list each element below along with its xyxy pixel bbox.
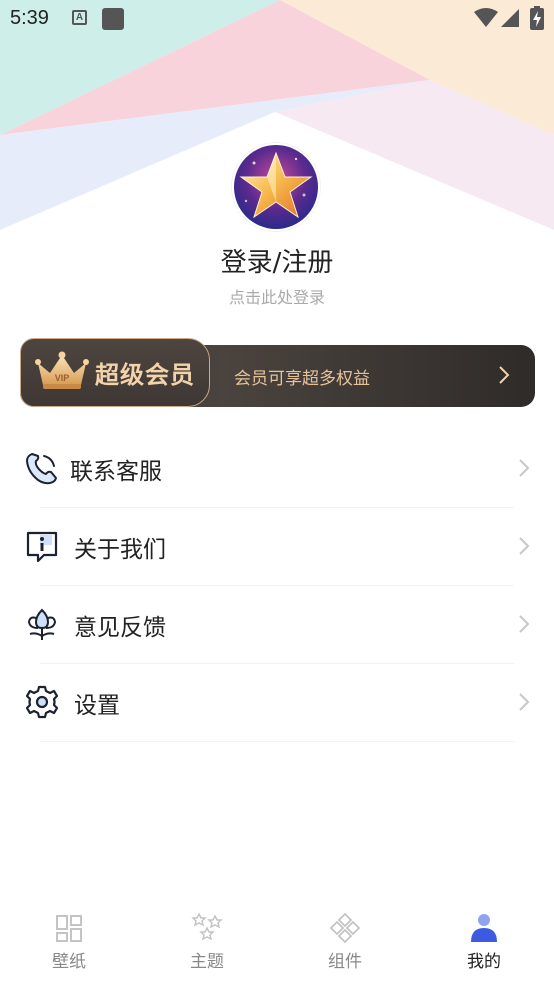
divider [40,741,514,742]
menu-list: 联系客服 关于我们 意见反馈 设置 [0,430,554,742]
flower-icon [27,608,57,640]
info-chat-icon [26,531,58,563]
nav-tab-label: 我的 [467,952,501,972]
nav-tab-theme[interactable]: 主题 [162,912,252,972]
star-avatar-icon [234,145,318,229]
battery-icon [530,6,544,30]
crown-icon: VIP [35,351,89,389]
login-title[interactable]: 登录/注册 [0,242,554,279]
chevron-right-icon [519,615,530,633]
menu-item-label: 关于我们 [74,537,166,563]
nav-tab-label: 主题 [190,952,224,972]
components-icon [329,912,361,944]
nav-tab-label: 壁纸 [52,952,86,972]
person-icon [471,914,497,942]
phone-icon [26,453,57,485]
menu-item-label: 联系客服 [70,459,162,485]
menu-item-contact-service[interactable]: 联系客服 [0,430,554,508]
menu-item-about-us[interactable]: 关于我们 [0,508,554,586]
menu-item-label: 意见反馈 [74,615,166,641]
bottom-nav: 壁纸 主题 组件 我的 [0,900,554,984]
vip-title: 超级会员 [95,361,195,389]
app-notification-icon [102,8,124,30]
menu-item-label: 设置 [74,693,120,719]
a-notification-icon: A [72,10,87,25]
chevron-right-icon [519,537,530,555]
avatar[interactable] [232,143,320,231]
menu-item-feedback[interactable]: 意见反馈 [0,586,554,664]
vip-banner[interactable]: VIP 超级会员 会员可享超多权益 [20,338,535,407]
status-time: 5:39 [10,7,49,29]
chevron-right-icon [519,693,530,711]
vip-badge-text: VIP [55,373,70,383]
grid-icon [56,915,82,942]
vip-badge-panel: VIP 超级会员 [20,338,210,407]
chevron-right-icon [499,366,510,384]
login-subtitle[interactable]: 点击此处登录 [0,284,554,308]
gear-icon [25,685,59,719]
signal-icon [501,9,519,27]
nav-tab-label: 组件 [328,952,362,972]
vip-description: 会员可享超多权益 [234,369,370,389]
status-bar: 5:39 A [0,0,554,38]
nav-tab-wallpaper[interactable]: 壁纸 [24,912,114,972]
menu-item-settings[interactable]: 设置 [0,664,554,742]
nav-tab-mine[interactable]: 我的 [439,912,529,972]
stars-icon [191,912,223,941]
chevron-right-icon [519,459,530,477]
wifi-icon [474,8,498,27]
nav-tab-widgets[interactable]: 组件 [300,912,390,972]
